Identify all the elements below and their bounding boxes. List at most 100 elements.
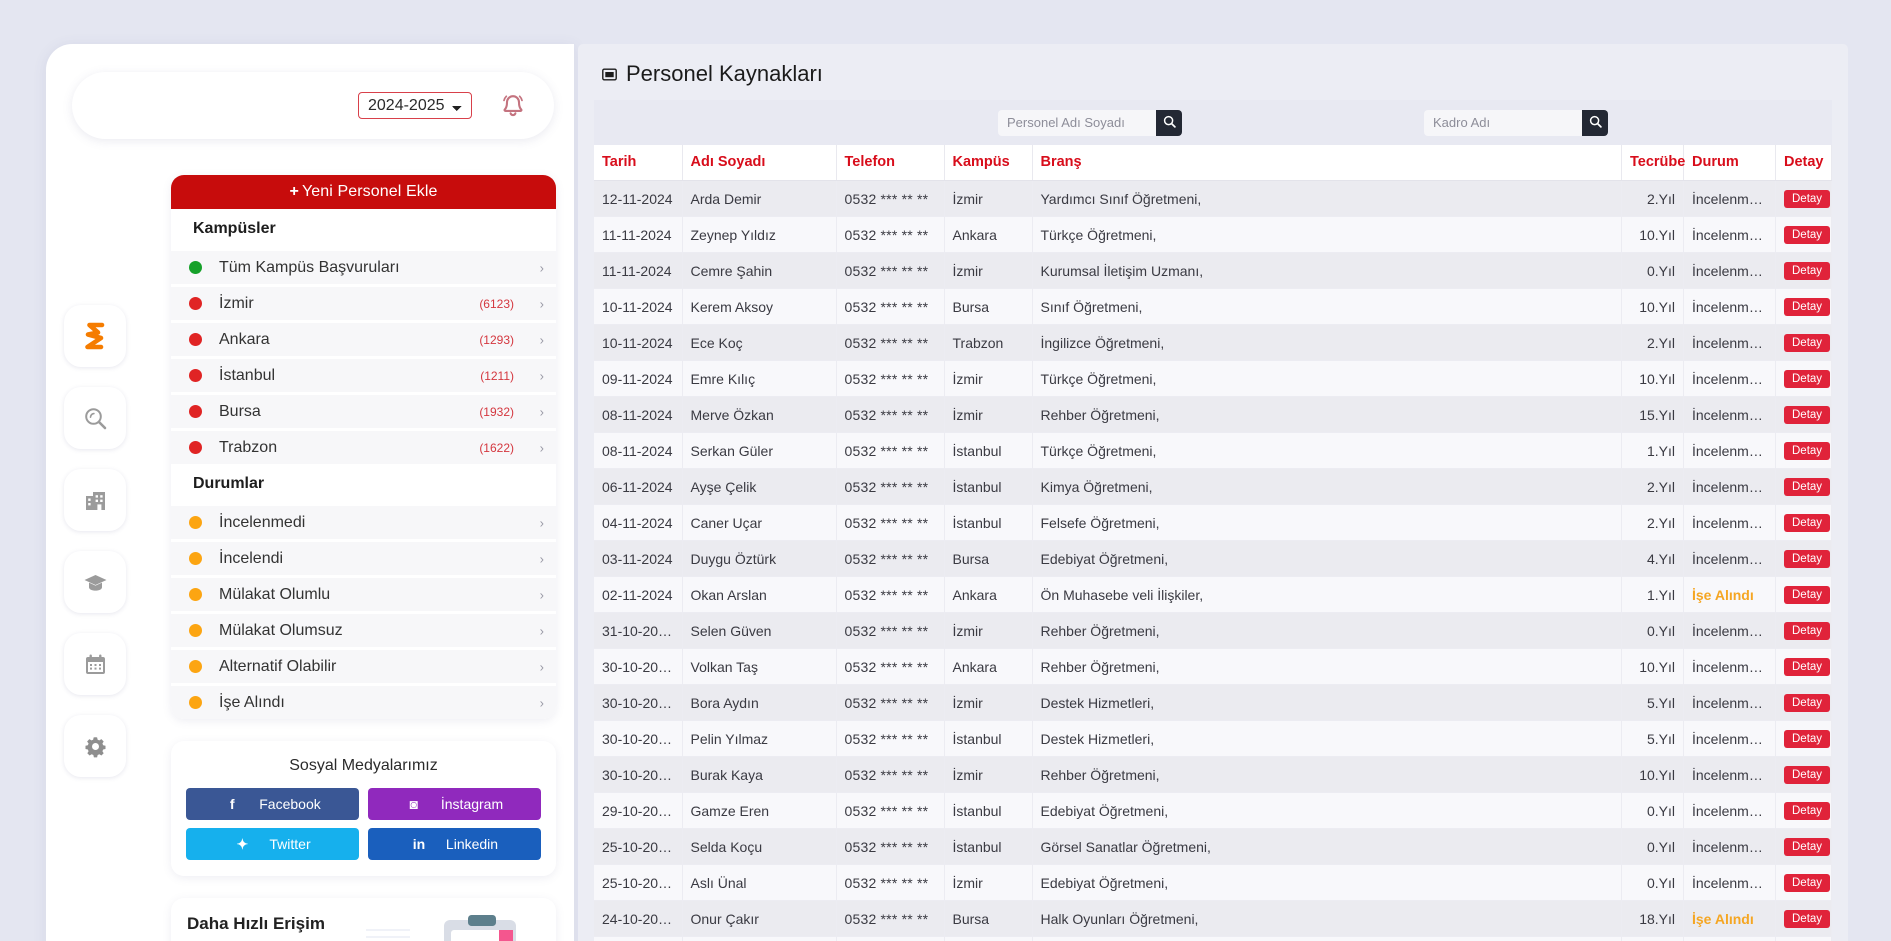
detail-button[interactable]: Detay [1784,226,1831,244]
table-row[interactable]: 08-11-2024 Merve Özkan 0532 *** ** ** İzmir… [594,396,1832,433]
column-header-adı-soyadı[interactable]: Adı Soyadı [682,145,837,181]
social-button-i̇nstagram[interactable]: ◙ İnstagram [368,788,541,820]
sidebar-item-campus-4[interactable]: Bursa (1932) › [171,392,556,428]
cell-name: Selen Güven [682,612,837,649]
cell-branch: Ön Muhasebe veli İlişkiler, [1032,576,1622,613]
column-header-tecrübe[interactable]: Tecrübe [1621,145,1685,181]
column-header-detay[interactable]: Detay [1775,145,1832,181]
table-row[interactable]: 08-11-2024 Serkan Güler 0532 *** ** ** İsta… [594,432,1832,469]
detail-button[interactable]: Detay [1784,766,1831,784]
sidebar-item-status-3[interactable]: Mülakat Olumsuz › [171,611,556,647]
sidebar-item-campus-3[interactable]: İstanbul (1211) › [171,356,556,392]
role-search-button[interactable] [1582,109,1608,136]
cell-detail: Detay [1775,900,1832,937]
detail-button[interactable]: Detay [1784,334,1831,352]
detail-button[interactable]: Detay [1784,370,1831,388]
rail-item-search[interactable] [64,387,126,449]
status-dot [189,588,202,601]
cell-branch: Türkçe Öğretmeni, [1032,432,1622,469]
main-panel: Personel Kaynakları Personel Adı Soyadı … [578,44,1848,941]
table-row[interactable]: 06-11-2024 Ayşe Çelik 0532 *** ** ** İstanb… [594,468,1832,505]
table-row[interactable]: 10-11-2024 Kerem Aksoy 0532 *** ** ** Bursa… [594,288,1832,325]
rail-item-calendar[interactable] [64,633,126,695]
sidebar-item-status-2[interactable]: Mülakat Olumlu › [171,575,556,611]
cell-phone: 0532 *** ** ** [836,612,945,649]
rail-item-logo[interactable] [64,305,126,367]
rail-item-education[interactable] [64,551,126,613]
detail-button[interactable]: Detay [1784,478,1831,496]
table-row[interactable]: 30-10-2024 Volkan Taş 0532 *** ** ** Ankara… [594,648,1832,685]
social-button-linkedin[interactable]: in Linkedin [368,828,541,860]
column-header-branş[interactable]: Branş [1032,145,1622,181]
detail-button[interactable]: Detay [1784,406,1831,424]
staff-search-button[interactable] [1156,109,1182,136]
table-row[interactable]: 30-10-2024 Burak Kaya 0532 *** ** ** İzmir R… [594,756,1832,793]
cell-detail: Detay [1775,540,1832,577]
detail-button[interactable]: Detay [1784,442,1831,460]
sidebar-item-status-1[interactable]: İncelendi › [171,539,556,575]
promo-card[interactable]: Daha Hızlı Erişim Uygulamayı indirip tüm… [171,898,556,941]
detail-button[interactable]: Detay [1784,910,1831,928]
detail-button[interactable]: Detay [1784,694,1831,712]
sidebar-item-status-4[interactable]: Alternatif Olabilir › [171,647,556,683]
rail-item-campus[interactable] [64,469,126,531]
cell-phone: 0532 *** ** ** [836,684,945,721]
sidebar-item-status-5[interactable]: İşe Alındı › [171,683,556,719]
sidebar-item-status-0[interactable]: İncelenmedi › [171,503,556,539]
detail-button[interactable]: Detay [1784,802,1831,820]
column-header-telefon[interactable]: Telefon [836,145,945,181]
role-search-input[interactable] [1424,109,1582,136]
table-row[interactable]: 25-10-2024 Aslı Ünal 0532 *** ** ** İzmir Ed… [594,864,1832,901]
bell-icon[interactable] [494,86,532,126]
sidebar-item-campus-1[interactable]: İzmir (6123) › [171,284,556,320]
table-row[interactable]: 29-10-2024 Gamze Eren 0532 *** ** ** İstanb… [594,792,1832,829]
table-row[interactable]: 30-10-2024 Bora Aydın 0532 *** ** ** İzmir D… [594,684,1832,721]
detail-button[interactable]: Detay [1784,838,1831,856]
social-button-facebook[interactable]: f Facebook [186,788,359,820]
table-row[interactable]: 24-10-2024 Onur Çakır 0532 *** ** ** Bursa H… [594,900,1832,937]
cell-branch: Türkçe Öğretmeni, [1032,360,1622,397]
column-header-tarih[interactable]: Tarih [594,145,683,181]
rail-item-settings[interactable] [64,715,126,777]
table-row[interactable]: 31-10-2024 Selen Güven 0532 *** ** ** İzmir… [594,612,1832,649]
window-icon [602,67,617,82]
staff-search-input[interactable] [998,109,1156,136]
column-header-kampüs[interactable]: Kampüs [944,145,1033,181]
table-row[interactable]: 30-10-2024 Pelin Yılmaz 0532 *** ** ** İsta… [594,720,1832,757]
detail-button[interactable]: Detay [1784,514,1831,532]
table-row[interactable]: 04-11-2024 Caner Uçar 0532 *** ** ** İstanb… [594,504,1832,541]
cell-phone: 0532 *** ** ** [836,936,945,941]
detail-button[interactable]: Detay [1784,298,1831,316]
sidebar-item-campus-5[interactable]: Trabzon (1622) › [171,428,556,464]
table-row[interactable]: 11-11-2024 Zeynep Yıldız 0532 *** ** ** Ank… [594,216,1832,253]
table-row[interactable]: 12-11-2024 Arda Demir 0532 *** ** ** İzmir Y… [594,180,1832,217]
table-row[interactable]: 10-11-2024 Ece Koç 0532 *** ** ** Trabzon İn… [594,324,1832,361]
cell-branch: Edebiyat Öğretmeni, [1032,540,1622,577]
detail-button[interactable]: Detay [1784,550,1831,568]
social-button-twitter[interactable]: ✦ Twitter [186,828,359,860]
table-row[interactable]: 24-10-2024Elif Sarı0532 *** ** **Trabzon… [594,936,1832,941]
academic-year-select[interactable]: 2024-2025 [358,92,472,119]
column-header-durum[interactable]: Durum [1683,145,1776,181]
detail-button[interactable]: Detay [1784,730,1831,748]
sidebar-item-campus-0[interactable]: Tüm Kampüs Başvuruları › [171,248,556,284]
table-row[interactable]: 03-11-2024 Duygu Öztürk 0532 *** ** ** Burs… [594,540,1832,577]
sidebar-item-campus-2[interactable]: Ankara (1293) › [171,320,556,356]
detail-button[interactable]: Detay [1784,262,1831,280]
status-badge: İncelenmedi [1692,226,1768,243]
table-row[interactable]: 11-11-2024 Cemre Şahin 0532 *** ** ** İzmir… [594,252,1832,289]
detail-button[interactable]: Detay [1784,586,1831,604]
status-badge: İncelenmedi [1692,622,1768,639]
table-row[interactable]: 09-11-2024 Emre Kılıç 0532 *** ** ** İzmir T… [594,360,1832,397]
add-staff-button[interactable]: + Yeni Personel Ekle [171,175,556,209]
cell-name: Zeynep Yıldız [682,216,837,253]
sidebar-item-label: Trabzon [219,438,278,456]
table-row[interactable]: 02-11-2024 Okan Arslan 0532 *** ** ** Ankar… [594,576,1832,613]
cell-name: Ece Koç [682,324,837,361]
table-row[interactable]: 25-10-2024 Selda Koçu 0532 *** ** ** İstanb… [594,828,1832,865]
page-title: Personel Kaynakları [626,61,823,86]
detail-button[interactable]: Detay [1784,874,1831,892]
detail-button[interactable]: Detay [1784,622,1831,640]
detail-button[interactable]: Detay [1784,658,1831,676]
detail-button[interactable]: Detay [1784,190,1831,208]
